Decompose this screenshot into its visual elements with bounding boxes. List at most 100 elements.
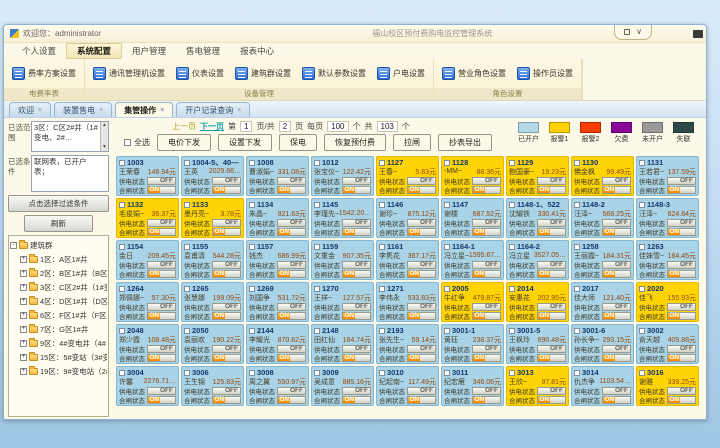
refresh-button[interactable]: 刷新 (24, 215, 93, 232)
supply-status-toggle[interactable]: OFF (277, 345, 306, 353)
supply-status-toggle[interactable]: OFF (342, 303, 371, 311)
meter-card[interactable]: 1003王荣春148.94元供电状态OFF合闸状态ON (116, 156, 179, 196)
card-checkbox[interactable] (444, 244, 450, 250)
menu-item-0[interactable]: 个人设置 (12, 44, 66, 58)
close-status-toggle[interactable]: ON (277, 354, 306, 362)
close-status-toggle[interactable]: ON (147, 228, 176, 236)
scroll-up-icon[interactable]: ▲ (102, 122, 107, 129)
meter-card[interactable]: 1129鲍国豪~19.23元供电状态OFF合闸状态ON (506, 156, 569, 196)
tree-item-1[interactable]: +2区：B区1#井（B区1#… (10, 266, 107, 280)
close-status-toggle[interactable]: ON (667, 186, 696, 194)
meter-card[interactable]: 1159文重金907.35元供电状态OFF合闸状态ON (311, 240, 374, 280)
meter-card[interactable]: 2048郑少霞108.48元供电状态OFF合闸状态ON (116, 324, 179, 364)
close-status-toggle[interactable]: ON (212, 396, 241, 404)
card-checkbox[interactable] (184, 286, 190, 292)
close-status-toggle[interactable]: ON (602, 228, 631, 236)
supply-status-toggle[interactable]: OFF (407, 219, 436, 227)
close-status-toggle[interactable]: ON (212, 354, 241, 362)
close-status-toggle[interactable]: ON (472, 312, 501, 320)
card-checkbox[interactable] (379, 286, 385, 292)
tab-close-icon[interactable]: × (160, 107, 164, 114)
close-status-toggle[interactable]: ON (537, 186, 566, 194)
meter-card[interactable]: 3013王欣~97.81元供电状态OFF合闸状态ON (506, 366, 569, 406)
card-checkbox[interactable] (639, 244, 645, 250)
restore-icon[interactable] (624, 29, 630, 35)
supply-status-toggle[interactable]: OFF (212, 387, 241, 395)
card-checkbox[interactable] (249, 160, 255, 166)
close-status-toggle[interactable]: ON (472, 270, 501, 278)
supply-status-toggle[interactable]: OFF (667, 219, 696, 227)
meter-card[interactable]: 3011纪宏雁346.06元供电状态OFF合闸状态ON (441, 366, 504, 406)
card-checkbox[interactable] (314, 286, 320, 292)
card-checkbox[interactable] (379, 202, 385, 208)
card-checkbox[interactable] (509, 286, 515, 292)
expand-icon[interactable]: + (20, 256, 27, 263)
card-checkbox[interactable] (509, 328, 515, 334)
card-checkbox[interactable] (444, 328, 450, 334)
meter-card[interactable]: 3014仇杰争1103.54…供电状态OFF合闸状态ON (571, 366, 634, 406)
meter-card[interactable]: 1147谢楼687.52元供电状态OFF合闸状态ON (441, 198, 504, 238)
supply-status-toggle[interactable]: OFF (407, 303, 436, 311)
close-status-toggle[interactable]: ON (407, 396, 436, 404)
card-checkbox[interactable] (574, 328, 580, 334)
close-status-toggle[interactable]: ON (147, 270, 176, 278)
menu-item-3[interactable]: 售电管理 (176, 44, 230, 58)
supply-status-toggle[interactable]: OFF (602, 303, 631, 311)
close-status-toggle[interactable]: ON (537, 312, 566, 320)
supply-status-toggle[interactable]: OFF (667, 261, 696, 269)
card-checkbox[interactable] (444, 286, 450, 292)
menu-item-2[interactable]: 用户管理 (122, 44, 176, 58)
supply-status-toggle[interactable]: OFF (537, 387, 566, 395)
card-checkbox[interactable] (379, 328, 385, 334)
choose-filter-button[interactable]: 点击选择过滤条件 (8, 195, 109, 212)
supply-status-toggle[interactable]: OFF (342, 387, 371, 395)
close-status-toggle[interactable]: ON (472, 186, 501, 194)
close-status-toggle[interactable]: ON (472, 396, 501, 404)
select-all-checkbox[interactable] (124, 139, 131, 146)
selected-condition-box[interactable]: 联网表，已开户表； (31, 155, 109, 192)
meter-card[interactable]: 1008曹淑娟~331.08元供电状态OFF合闸状态ON (246, 156, 309, 196)
ribbon-button[interactable]: 操作员设置 (517, 67, 573, 80)
menu-item-1[interactable]: 系统配置 (66, 43, 122, 59)
scroll-down-icon[interactable]: ▼ (102, 144, 107, 151)
ribbon-button[interactable]: 费率方案设置 (12, 67, 76, 80)
close-status-toggle[interactable]: ON (667, 354, 696, 362)
selected-range-listbox[interactable]: 3区：C区2#井（1#变电、2#… ▲▼ (31, 121, 109, 152)
close-status-toggle[interactable]: ON (277, 186, 306, 194)
supply-status-toggle[interactable]: OFF (602, 219, 631, 227)
card-checkbox[interactable] (444, 370, 450, 376)
expand-icon[interactable]: + (20, 298, 27, 305)
meter-card[interactable]: 3001-1黄珏238.37元供电状态OFF合闸状态ON (441, 324, 504, 364)
supply-status-toggle[interactable]: OFF (277, 303, 306, 311)
meter-card[interactable]: 1264郑佩娜~57.30元供电状态OFF合闸状态ON (116, 282, 179, 322)
ribbon-button[interactable]: 户电设置 (377, 67, 425, 80)
supply-status-toggle[interactable]: OFF (342, 345, 371, 353)
close-status-toggle[interactable]: ON (212, 312, 241, 320)
card-checkbox[interactable] (249, 328, 255, 334)
card-checkbox[interactable] (119, 160, 125, 166)
supply-status-toggle[interactable]: OFF (147, 345, 176, 353)
close-status-toggle[interactable]: ON (407, 186, 436, 194)
card-checkbox[interactable] (509, 370, 515, 376)
meter-card[interactable]: 1004-5、40—王英2029.66…供电状态OFF合闸状态ON (181, 156, 244, 196)
close-status-toggle[interactable]: ON (472, 354, 501, 362)
toolbar-button-4[interactable]: 拉闸 (393, 134, 431, 151)
close-status-toggle[interactable]: ON (407, 354, 436, 362)
card-checkbox[interactable] (314, 160, 320, 166)
card-checkbox[interactable] (184, 160, 190, 166)
select-all[interactable]: 全选 (124, 137, 150, 148)
card-checkbox[interactable] (249, 244, 255, 250)
card-checkbox[interactable] (639, 286, 645, 292)
tab-2[interactable]: 集管操作× (115, 102, 173, 117)
meter-card[interactable]: 3004许馨2276.71…供电状态OFF合闸状态ON (116, 366, 179, 406)
card-checkbox[interactable] (509, 160, 515, 166)
supply-status-toggle[interactable]: OFF (537, 261, 566, 269)
supply-status-toggle[interactable]: OFF (212, 177, 241, 185)
meter-card[interactable]: 1134朱晶~921.63元供电状态OFF合闸状态ON (246, 198, 309, 238)
card-checkbox[interactable] (119, 286, 125, 292)
meter-card[interactable]: 1155袁甫清544.28元供电状态OFF合闸状态ON (181, 240, 244, 280)
meter-card[interactable]: 1132毛俊娟~36.37元供电状态OFF合闸状态ON (116, 198, 179, 238)
close-status-toggle[interactable]: ON (342, 354, 371, 362)
supply-status-toggle[interactable]: OFF (472, 261, 501, 269)
prev-page-link[interactable]: 上一页 (172, 121, 196, 132)
